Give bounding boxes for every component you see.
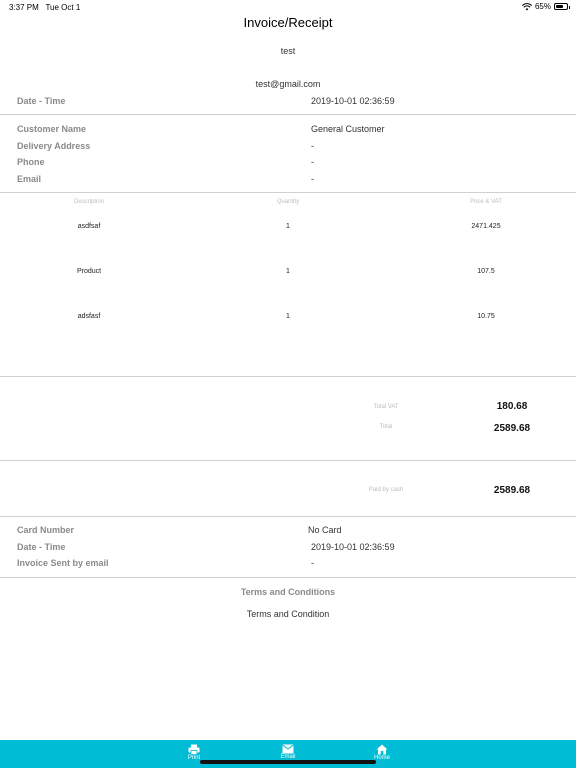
divider [0, 460, 576, 461]
mail-icon [282, 744, 294, 754]
datetime-label: Date - Time [17, 96, 66, 106]
table-row: Product 1 107.5 [0, 268, 576, 280]
card-number-label: Card Number [17, 525, 75, 535]
col-header-price: Price & VAT [470, 199, 502, 205]
delivery-address-label: Delivery Address [17, 141, 91, 151]
table-row: asdfsaf 1 2471.425 [0, 223, 576, 235]
divider [0, 192, 576, 193]
divider [0, 516, 576, 517]
tab-print[interactable]: Print [164, 740, 224, 761]
total-vat-label: Total VAT [373, 404, 399, 410]
row-price: 2471.425 [471, 223, 501, 230]
invoice-sent-value: - [311, 558, 314, 568]
status-right: 65% [521, 2, 570, 11]
store-name: test [280, 46, 296, 56]
printer-icon [188, 744, 200, 755]
store-email: test@gmail.com [255, 79, 321, 89]
customer-name-label: Customer Name [17, 124, 87, 134]
row-quantity: 1 [286, 223, 290, 230]
terms-text: Terms and Condition [246, 609, 330, 619]
col-header-description: Description [73, 199, 104, 205]
status-bar: 3:37 PM Tue Oct 1 65% [0, 0, 576, 14]
tab-home[interactable]: Home [352, 740, 412, 761]
tab-email[interactable]: Email [258, 740, 318, 760]
status-time: 3:37 PM Tue Oct 1 [9, 3, 81, 12]
table-row: adsfasf 1 10.75 [0, 313, 576, 325]
invoice-sent-label: Invoice Sent by email [17, 558, 109, 568]
paid-label: Paid by cash [368, 487, 404, 493]
battery-icon [554, 3, 570, 10]
phone-value: - [311, 157, 314, 167]
row-description: adsfasf [77, 313, 101, 320]
wifi-icon [521, 2, 532, 10]
row-price: 10.75 [477, 313, 495, 320]
battery-percent: 65% [534, 2, 551, 11]
email-label: Email [17, 174, 42, 184]
delivery-address-value: - [311, 141, 314, 151]
row-description: Product [76, 268, 102, 275]
payment-date-value: 2019-10-01 02:36:59 [311, 542, 395, 552]
col-header-quantity: Quantity [276, 199, 300, 205]
page-title: Invoice/Receipt [243, 15, 333, 30]
customer-name-value: General Customer [311, 124, 385, 134]
battery-fill [556, 5, 563, 8]
total-label: Total [379, 424, 393, 430]
divider [0, 114, 576, 115]
divider [0, 577, 576, 578]
payment-date-label: Date - Time [17, 542, 66, 552]
total-value: 2589.68 [493, 423, 531, 434]
card-number-value: No Card [308, 525, 342, 535]
divider [0, 376, 576, 377]
row-quantity: 1 [286, 313, 290, 320]
email-value: - [311, 174, 314, 184]
datetime-value: 2019-10-01 02:36:59 [311, 96, 395, 106]
paid-value: 2589.68 [493, 485, 531, 496]
row-price: 107.5 [477, 268, 495, 275]
home-icon [376, 744, 388, 755]
total-vat-value: 180.68 [496, 401, 528, 412]
terms-heading: Terms and Conditions [240, 587, 336, 597]
phone-label: Phone [17, 157, 45, 167]
row-quantity: 1 [286, 268, 290, 275]
row-description: asdfsaf [77, 223, 101, 230]
home-indicator [200, 760, 376, 764]
